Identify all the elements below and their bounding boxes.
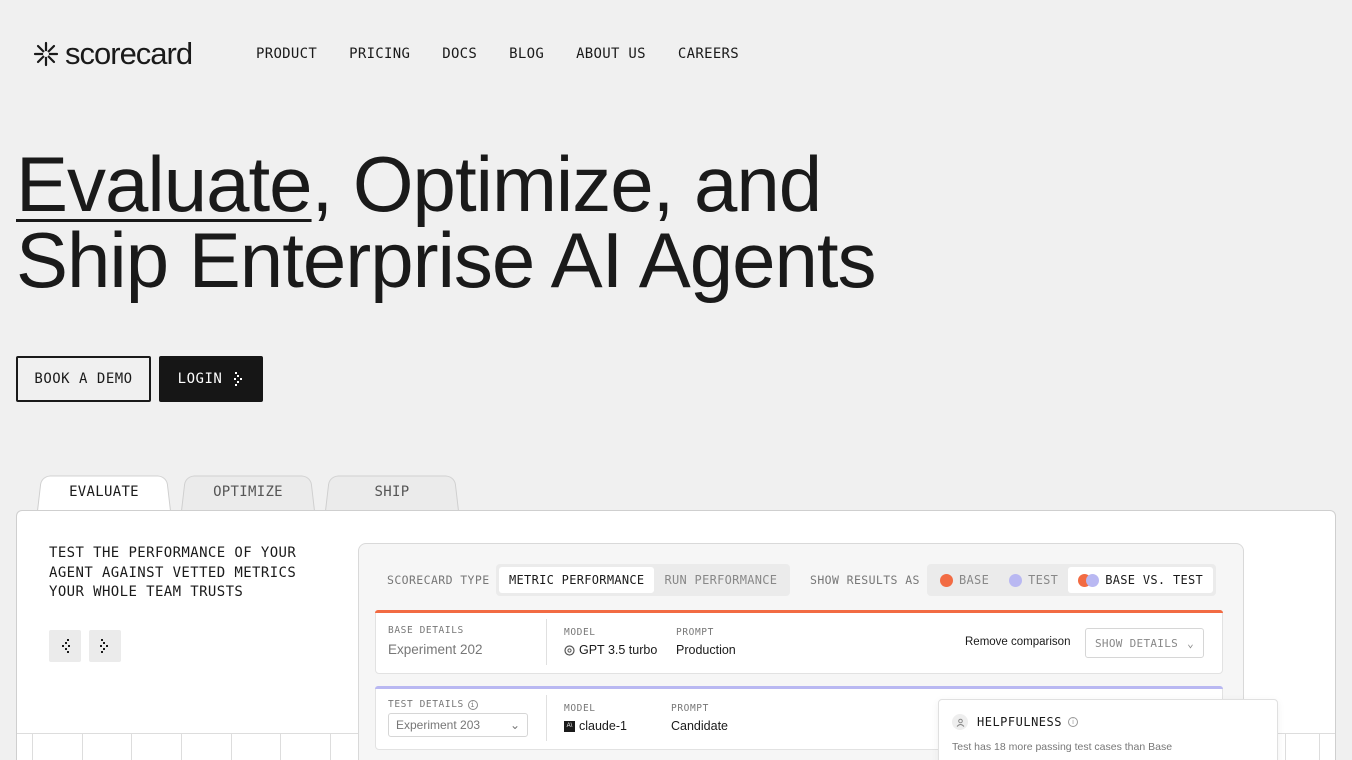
main-nav: PRODUCT PRICING DOCS BLOG ABOUT US CAREE… (256, 46, 739, 62)
nav-blog[interactable]: BLOG (509, 46, 544, 62)
test-model-label: MODEL (564, 703, 596, 714)
hero-underlined-word: Evaluate (16, 140, 313, 228)
info-icon: i (1068, 717, 1078, 727)
book-demo-label: BOOK A DEMO (34, 371, 133, 387)
base-model: GPT 3.5 turbo (564, 643, 657, 657)
test-dot-icon (1009, 573, 1023, 587)
results-toggle: BASE TEST BASE VS. TEST (927, 564, 1217, 596)
helpfulness-title: HELPFULNESS (977, 715, 1062, 729)
base-details-card: BASE DETAILS Experiment 202 MODEL GPT 3.… (375, 610, 1223, 674)
test-details-header: TEST DETAILS i (388, 699, 478, 710)
tab-optimize-label: OPTIMIZE (213, 484, 283, 500)
grid-line (1285, 733, 1286, 760)
test-option[interactable]: TEST (999, 567, 1068, 593)
show-details-label: SHOW DETAILS (1095, 636, 1179, 650)
login-label: LOGIN (177, 371, 223, 387)
nav-about-us[interactable]: ABOUT US (576, 46, 646, 62)
base-model-name: GPT 3.5 turbo (579, 643, 658, 657)
nav-careers[interactable]: CAREERS (678, 46, 739, 62)
grid-line (1319, 733, 1320, 760)
hero-line2: Ship Enterprise AI Agents (16, 216, 877, 304)
brand-name: scorecard (65, 36, 193, 71)
test-experiment-select[interactable]: Experiment 203 ⌄ (388, 713, 528, 737)
hero-title: Evaluate, Optimize, and Ship Enterprise … (16, 145, 877, 299)
test-experiment: Experiment 203 (396, 718, 481, 732)
dotted-arrow-icon (234, 372, 243, 386)
book-demo-button[interactable]: BOOK A DEMO (16, 356, 151, 402)
grid-line (280, 733, 281, 760)
scorecard-type-label: SCORECARD TYPE (387, 573, 490, 587)
remove-comparison-link[interactable]: Remove comparison (965, 636, 1070, 648)
helpfulness-card: HELPFULNESS i Test has 18 more passing t… (938, 699, 1278, 760)
scorecard-type-toggle: METRIC PERFORMANCE RUN PERFORMANCE (496, 564, 791, 596)
base-model-label: MODEL (564, 627, 596, 638)
prev-button[interactable] (49, 630, 81, 662)
base-vs-test-label: BASE VS. TEST (1105, 573, 1204, 587)
run-performance-option[interactable]: RUN PERFORMANCE (654, 567, 787, 593)
base-dot-icon (940, 573, 953, 587)
panel-description: TEST THE PERFORMANCE OF YOUR AGENT AGAIN… (49, 545, 297, 600)
tab-evaluate-label: EVALUATE (69, 484, 139, 500)
test-details-label: TEST DETAILS (388, 699, 464, 710)
tab-ship-label: SHIP (374, 484, 410, 500)
helpfulness-note: Test has 18 more passing test cases than… (952, 741, 1173, 753)
base-vs-test-option[interactable]: BASE VS. TEST (1068, 567, 1214, 593)
show-results-label: SHOW RESULTS AS (810, 573, 920, 587)
grid-line (82, 733, 83, 760)
user-icon (952, 714, 968, 730)
chevron-down-icon: ⌄ (509, 718, 520, 732)
feature-panel: TEST THE PERFORMANCE OF YOUR AGENT AGAIN… (16, 510, 1336, 760)
base-option[interactable]: BASE (930, 567, 999, 593)
divider (546, 619, 547, 665)
hero-line1-rest: , Optimize, and (311, 140, 823, 228)
base-experiment: Experiment 202 (388, 642, 483, 657)
dotted-arrow-left-icon (62, 639, 70, 653)
grid-line (181, 733, 182, 760)
grid-line (330, 733, 331, 760)
base-prompt: Production (676, 643, 736, 657)
nav-pricing[interactable]: PRICING (349, 46, 410, 62)
divider (546, 695, 547, 741)
login-button[interactable]: LOGIN (159, 356, 263, 402)
test-prompt-label: PROMPT (671, 703, 709, 714)
asterisk-logo-icon (33, 41, 59, 67)
next-button[interactable] (89, 630, 121, 662)
base-vs-test-dots-icon (1078, 573, 1100, 587)
info-icon: i (467, 699, 478, 710)
test-model-name: claude-1 (579, 719, 627, 733)
base-option-label: BASE (959, 573, 990, 587)
test-option-label: TEST (1028, 573, 1059, 587)
metric-performance-option[interactable]: METRIC PERFORMANCE (499, 567, 655, 593)
test-accent-bar (375, 686, 1223, 689)
anthropic-icon: A\ (564, 720, 575, 732)
base-prompt-label: PROMPT (676, 627, 714, 638)
test-model: A\ claude-1 (564, 719, 627, 733)
grid-line (231, 733, 232, 760)
nav-docs[interactable]: DOCS (442, 46, 477, 62)
nav-product[interactable]: PRODUCT (256, 46, 317, 62)
show-details-dropdown[interactable]: SHOW DETAILS ⌄ (1085, 628, 1204, 658)
dotted-arrow-right-icon (100, 639, 108, 653)
chevron-down-icon: ⌄ (1187, 636, 1194, 650)
brand-logo[interactable]: scorecard (33, 36, 193, 72)
base-accent-bar (375, 610, 1223, 613)
base-details-label: BASE DETAILS (388, 625, 464, 636)
grid-line (131, 733, 132, 760)
test-prompt: Candidate (671, 719, 728, 733)
grid-line (32, 733, 33, 760)
openai-icon (564, 644, 575, 656)
